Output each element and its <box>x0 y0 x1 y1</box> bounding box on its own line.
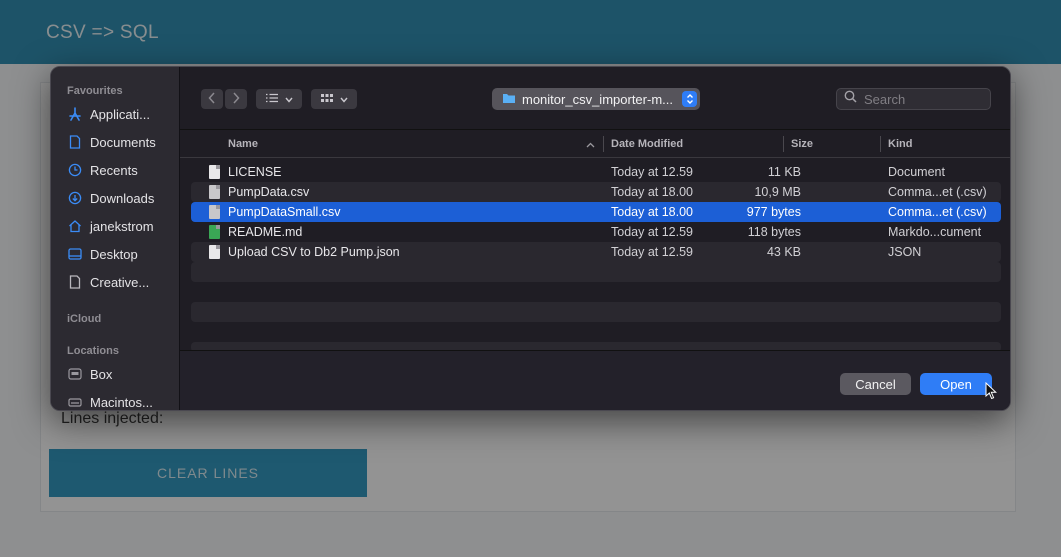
column-header: Name Date Modified Size Kind <box>180 130 1010 158</box>
path-label: monitor_csv_importer-m... <box>522 91 673 107</box>
file-date: Today at 18.00 <box>611 205 694 219</box>
drive-icon <box>67 366 83 382</box>
file-row-readme[interactable]: README.md Today at 12.59 118 bytes Markd… <box>191 222 1001 242</box>
open-button[interactable]: Open <box>920 373 992 395</box>
file-size: 118 bytes <box>747 225 801 239</box>
sidebar-item-label: Recents <box>90 162 138 178</box>
cancel-button[interactable]: Cancel <box>840 373 911 395</box>
sidebar-item-label: Creative... <box>90 274 150 290</box>
clock-icon <box>67 162 83 178</box>
grid-icon <box>320 92 334 106</box>
list-icon <box>265 92 279 106</box>
file-icon <box>67 274 83 290</box>
applications-icon <box>67 106 83 122</box>
sidebar-item-downloads[interactable]: Downloads <box>67 188 177 208</box>
file-row-pumpdatasmall[interactable]: PumpDataSmall.csv Today at 18.00 977 byt… <box>191 202 1001 222</box>
file-date: Today at 12.59 <box>611 165 694 179</box>
file-size: 11 KB <box>767 165 801 179</box>
dialog-toolbar: monitor_csv_importer-m... <box>180 67 1010 130</box>
file-name: PumpDataSmall.csv <box>228 205 341 219</box>
sidebar-section-icloud: iCloud <box>67 313 102 325</box>
file-kind: Comma...et (.csv) <box>888 205 987 219</box>
empty-row <box>191 262 1001 282</box>
file-row-pumpdata[interactable]: PumpData.csv Today at 18.00 10,9 MB Comm… <box>191 182 1001 202</box>
sidebar-item-recents[interactable]: Recents <box>67 160 177 180</box>
document-file-icon <box>209 165 220 179</box>
disk-icon <box>67 394 83 410</box>
chevron-down-icon <box>340 92 348 106</box>
chevron-down-icon <box>285 92 293 106</box>
column-kind[interactable]: Kind <box>888 138 912 150</box>
dialog-footer: Cancel Open <box>180 350 1010 410</box>
file-date: Today at 12.59 <box>611 225 694 239</box>
search-field[interactable] <box>836 88 991 110</box>
sidebar-item-documents[interactable]: Documents <box>67 132 177 152</box>
file-kind: Markdo...cument <box>888 225 982 239</box>
sidebar-item-macintosh[interactable]: Macintos... <box>67 392 177 410</box>
file-name: README.md <box>228 225 303 239</box>
search-icon <box>844 90 857 108</box>
sidebar-item-label: Applicati... <box>90 106 150 122</box>
file-open-dialog: Favourites Applicati... Documents Recent… <box>50 66 1011 411</box>
markdown-file-icon <box>209 225 220 239</box>
sidebar-item-desktop[interactable]: Desktop <box>67 244 177 264</box>
list-view-button[interactable] <box>256 89 302 109</box>
column-separator <box>603 136 604 152</box>
sort-chevron-up-icon <box>586 139 595 151</box>
file-size: 43 KB <box>766 245 801 259</box>
column-separator <box>880 136 881 152</box>
grid-view-button[interactable] <box>311 89 357 109</box>
file-name: PumpData.csv <box>228 185 310 199</box>
sidebar-item-box[interactable]: Box <box>67 364 177 384</box>
download-icon <box>67 190 83 206</box>
file-name: Upload CSV to Db2 Pump.json <box>228 245 400 259</box>
column-size[interactable]: Size <box>791 138 813 150</box>
file-name: LICENSE <box>228 165 282 179</box>
sidebar-item-label: janekstrom <box>90 218 154 234</box>
column-date-modified[interactable]: Date Modified <box>611 138 683 150</box>
path-popup[interactable]: monitor_csv_importer-m... <box>492 88 700 110</box>
csv-file-icon <box>209 185 220 199</box>
file-date: Today at 18.00 <box>611 185 694 199</box>
back-button[interactable] <box>201 89 223 109</box>
sidebar-item-label: Macintos... <box>90 394 153 410</box>
sidebar-item-creative[interactable]: Creative... <box>67 272 177 292</box>
sidebar-section-locations: Locations <box>67 345 119 357</box>
chevron-right-icon <box>232 91 240 107</box>
sidebar-item-label: Downloads <box>90 190 155 206</box>
empty-row <box>191 302 1001 322</box>
sidebar-section-favourites: Favourites <box>67 85 123 97</box>
json-file-icon <box>209 245 220 259</box>
file-kind: Document <box>888 165 945 179</box>
file-date: Today at 12.59 <box>611 245 694 259</box>
sidebar-item-home[interactable]: janekstrom <box>67 216 177 236</box>
csv-file-icon <box>209 205 220 219</box>
dialog-sidebar: Favourites Applicati... Documents Recent… <box>51 67 180 410</box>
file-row-license[interactable]: LICENSE Today at 12.59 11 KB Document <box>191 162 1001 182</box>
updown-arrows-icon <box>682 91 697 107</box>
dialog-main: monitor_csv_importer-m... Name Date Modi… <box>180 67 1010 410</box>
forward-button[interactable] <box>225 89 247 109</box>
column-name[interactable]: Name <box>228 138 258 150</box>
file-row-json[interactable]: Upload CSV to Db2 Pump.json Today at 12.… <box>191 242 1001 262</box>
search-input[interactable] <box>864 91 984 107</box>
document-icon <box>67 134 83 150</box>
mouse-cursor-icon <box>985 382 997 400</box>
sidebar-item-label: Box <box>90 366 113 382</box>
file-size: 977 bytes <box>746 205 801 219</box>
sidebar-item-label: Documents <box>90 134 156 150</box>
chevron-left-icon <box>208 91 216 107</box>
home-icon <box>67 218 83 234</box>
column-separator <box>783 136 784 152</box>
file-size: 10,9 MB <box>754 185 801 199</box>
file-kind: JSON <box>888 245 922 259</box>
file-kind: Comma...et (.csv) <box>888 185 987 199</box>
desktop-icon <box>67 246 83 262</box>
sidebar-item-label: Desktop <box>90 246 138 262</box>
folder-icon <box>502 92 516 107</box>
sidebar-item-applications[interactable]: Applicati... <box>67 104 177 124</box>
